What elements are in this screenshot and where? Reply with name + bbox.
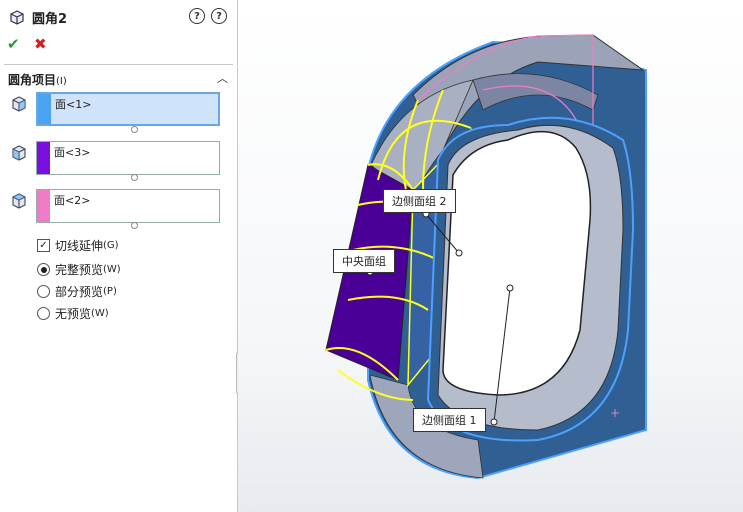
- checkbox-checked-icon[interactable]: ✓: [37, 239, 50, 252]
- callout-center-group[interactable]: 中央面组: [333, 249, 395, 273]
- slot-opening[interactable]: [442, 130, 592, 396]
- radio-full-preview[interactable]: 完整预览 (W): [37, 261, 121, 278]
- option-label: 无预览: [55, 307, 92, 321]
- face-selection-icon: [12, 96, 26, 112]
- face-item-label[interactable]: 面<3>: [54, 144, 90, 160]
- tangent-propagation-checkbox[interactable]: ✓ 切线延伸 (G): [37, 237, 119, 254]
- origin-marker-icon: +: [610, 406, 620, 420]
- section-shortcut: (I): [56, 76, 67, 87]
- option-shortcut: (G): [103, 240, 119, 251]
- option-shortcut: (W): [91, 308, 109, 319]
- face-color-swatch: [38, 94, 51, 124]
- callout-side-group-1[interactable]: 边侧面组 1: [413, 408, 486, 432]
- section-title-text: 圆角项目: [8, 73, 57, 87]
- face-color-swatch: [37, 142, 50, 174]
- face-item-label[interactable]: 面<2>: [54, 192, 90, 208]
- collapse-chevron-up-icon[interactable]: ︿: [217, 70, 228, 86]
- option-label: 切线延伸: [55, 239, 104, 253]
- property-manager-panel: 圆角2 ? ? ✔ ✖ 圆角项目(I) ︿ 面<1> 面<3> 面<2> ✓ 切…: [0, 0, 238, 512]
- divider: [4, 64, 233, 65]
- option-shortcut: (W): [103, 264, 121, 275]
- fillet-feature-icon: [10, 10, 24, 25]
- cancel-x-icon[interactable]: ✖: [34, 35, 47, 53]
- radio-unselected-icon[interactable]: [37, 307, 50, 320]
- face-selection-icon: [12, 145, 26, 161]
- model-view[interactable]: +: [238, 0, 743, 512]
- face-color-swatch: [37, 190, 50, 222]
- callout-side-group-2[interactable]: 边侧面组 2: [383, 189, 456, 213]
- face-list-box-2[interactable]: 面<2>: [36, 189, 220, 223]
- radio-partial-preview[interactable]: 部分预览 (P): [37, 283, 117, 300]
- option-label: 部分预览: [55, 285, 104, 299]
- whats-wrong-help-icon[interactable]: ?: [189, 8, 205, 24]
- face-list-box-1[interactable]: 面<1>: [36, 92, 220, 126]
- face-list-box-3[interactable]: 面<3>: [36, 141, 220, 175]
- face-item-label[interactable]: 面<1>: [55, 96, 91, 112]
- face-selection-icon: [12, 193, 26, 209]
- feature-title: 圆角2: [32, 11, 68, 27]
- option-label: 完整预览: [55, 263, 104, 277]
- help-icons: ? ?: [189, 8, 227, 24]
- list-resize-handle[interactable]: [131, 174, 138, 181]
- radio-unselected-icon[interactable]: [37, 285, 50, 298]
- graphics-viewport[interactable]: + 边侧面组 2 中央面组 边侧面组 1: [238, 0, 743, 512]
- list-resize-handle[interactable]: [131, 126, 138, 133]
- section-title-fillet-items[interactable]: 圆角项目(I): [8, 71, 67, 88]
- list-resize-handle[interactable]: [131, 222, 138, 229]
- ok-check-icon[interactable]: ✔: [7, 35, 20, 53]
- option-shortcut: (P): [103, 286, 117, 297]
- radio-no-preview[interactable]: 无预览 (W): [37, 305, 109, 322]
- panel-header: 圆角2: [8, 7, 67, 27]
- help-icon[interactable]: ?: [211, 8, 227, 24]
- radio-selected-icon[interactable]: [37, 263, 50, 276]
